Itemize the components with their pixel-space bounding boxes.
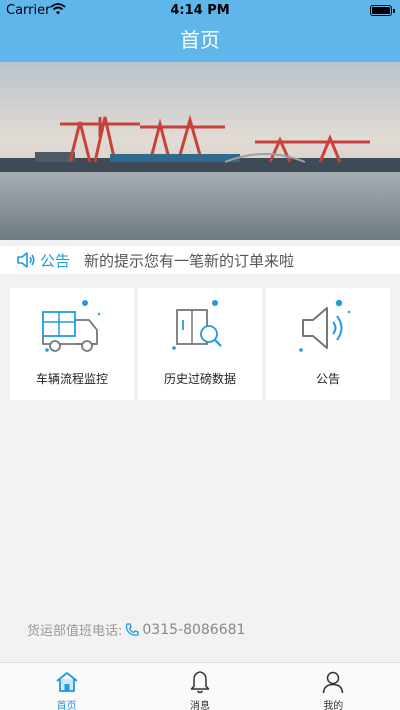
- speaker-icon: [17, 252, 35, 268]
- history-weighing-card[interactable]: 历史过磅数据: [138, 288, 262, 400]
- tab-bar: 首页 消息 我的: [0, 662, 400, 710]
- announcement-card[interactable]: 公告: [266, 288, 390, 400]
- card-label: 车辆流程监控: [35, 372, 108, 386]
- tab-messages[interactable]: 消息: [133, 663, 266, 710]
- announcement-speaker-icon: [299, 299, 351, 352]
- user-icon: [323, 671, 344, 694]
- notice-text: 新的提示您有一笔新的订单来啦: [84, 251, 295, 270]
- tab-home[interactable]: 首页: [0, 663, 133, 710]
- bell-icon: [190, 671, 210, 694]
- tab-label: 我的: [323, 701, 344, 710]
- hotline-label: 货运部值班电话:: [27, 624, 123, 639]
- port-cranes-illustration: [0, 62, 400, 240]
- banner-image[interactable]: [0, 62, 400, 240]
- history-search-icon: [172, 300, 222, 350]
- hotline[interactable]: 货运部值班电话: 0315-8086681: [27, 620, 245, 640]
- feature-grid: 车辆流程监控 历史过磅数据 公告: [10, 288, 390, 400]
- vehicle-monitor-card[interactable]: 车辆流程监控: [10, 288, 134, 400]
- nav-bar: 首页: [0, 20, 400, 62]
- card-label: 历史过磅数据: [163, 372, 236, 386]
- home-icon: [56, 672, 78, 692]
- tab-label: 首页: [56, 701, 77, 710]
- clock: 4:14 PM: [170, 3, 230, 18]
- tab-profile[interactable]: 我的: [267, 663, 400, 710]
- tab-label: 消息: [189, 701, 210, 710]
- card-label: 公告: [315, 372, 340, 386]
- phone-icon: [126, 622, 140, 636]
- notice-bar[interactable]: 公告 新的提示您有一笔新的订单来啦: [0, 246, 400, 274]
- hotline-number[interactable]: 0315-8086681: [142, 622, 245, 638]
- battery-icon: [370, 5, 395, 16]
- notice-label: 公告: [40, 251, 71, 270]
- status-bar: Carrier 4:14 PM: [0, 0, 400, 20]
- truck-icon: [42, 300, 101, 352]
- page-title: 首页: [180, 28, 220, 52]
